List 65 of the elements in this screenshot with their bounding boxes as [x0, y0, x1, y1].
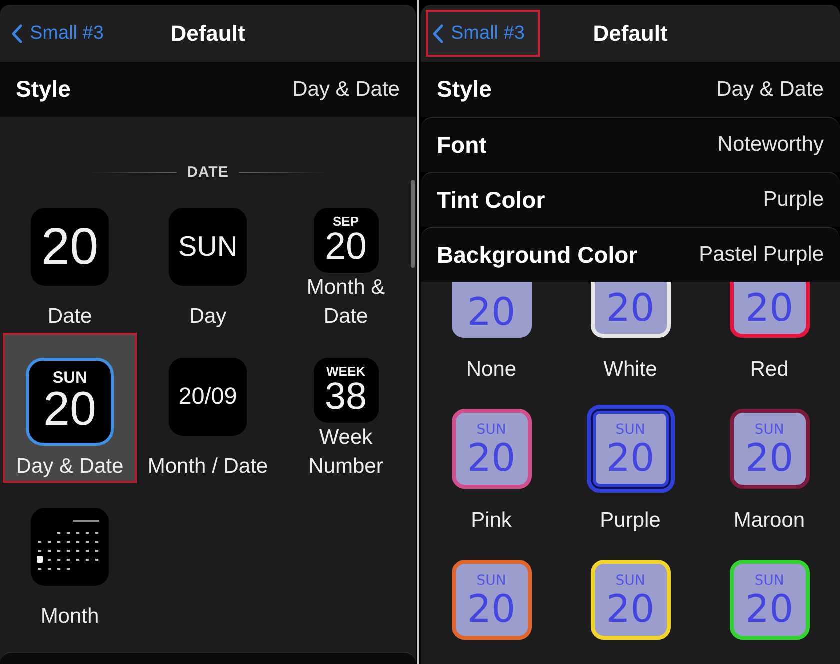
option-label: Month / Date: [148, 454, 268, 480]
widget-preview[interactable]: SUN 20: [26, 358, 114, 446]
widget-preview[interactable]: SUN: [169, 208, 247, 286]
widget-text: 20: [41, 221, 99, 273]
row-label: Background Color: [437, 242, 638, 268]
widget-caption: SUN: [616, 423, 646, 439]
widget-text: 20: [745, 289, 794, 329]
widget-caption: SUN: [754, 423, 784, 439]
widget-preview[interactable]: WEEK 38: [314, 358, 378, 423]
widget-text: 20: [606, 438, 655, 479]
option-label: Day & Date: [16, 454, 124, 480]
widget-caption: SUN: [52, 370, 88, 386]
widget-caption: SUN: [476, 574, 506, 590]
option-label: Day: [189, 304, 227, 330]
widget-caption: WEEK: [326, 365, 366, 378]
row-label: Font: [437, 132, 487, 158]
settings-row[interactable]: Font Noteworthy: [421, 117, 840, 172]
row-value: Purple: [763, 188, 824, 212]
widget-preview[interactable]: SEP 20: [314, 208, 378, 273]
row-value: Day & Date: [292, 78, 400, 102]
option-label: Pink: [471, 508, 512, 534]
option-label: Red: [750, 357, 789, 383]
row-label: Style: [437, 76, 492, 103]
settings-row[interactable]: Background Color Pastel Purple: [421, 227, 840, 282]
row-label: Tint Color: [437, 186, 546, 214]
option-label: Purple: [600, 508, 661, 534]
widget-caption: SUN: [754, 574, 784, 590]
widget-preview[interactable]: 20: [31, 208, 109, 286]
back-button[interactable]: Small #3: [426, 10, 540, 57]
row-value: Noteworthy: [718, 133, 824, 157]
option-label: Date: [48, 304, 92, 330]
nav-title: Default: [593, 20, 668, 46]
widget-text: 20: [44, 386, 96, 434]
settings-row[interactable]: Style Day & Date: [421, 62, 840, 117]
widget-preview[interactable]: 20/09: [169, 358, 247, 436]
row-label: Style: [16, 76, 71, 103]
section-header: DATE: [187, 164, 229, 180]
row-value: Pastel Purple: [699, 243, 824, 267]
chevron-left-icon: [432, 24, 444, 44]
widget-caption: SUN: [476, 423, 506, 439]
settings-row[interactable]: Tint Color Purple: [421, 172, 840, 227]
widget-text: 38: [325, 378, 367, 416]
option-label: Week Number: [308, 425, 384, 480]
nav-title: Default: [170, 20, 246, 46]
widget-text: 20: [467, 293, 516, 333]
row-value: Day & Date: [716, 78, 824, 102]
widget-text: 20: [745, 438, 794, 479]
option-label: Maroon: [734, 508, 806, 534]
settings-row[interactable]: Style Day & Date: [0, 62, 416, 117]
widget-caption: SUN: [616, 574, 646, 590]
chevron-left-icon: [11, 24, 23, 44]
widget-text: 20/09: [178, 385, 238, 409]
widget-caption: SEP: [332, 215, 359, 228]
widget-text: 20: [606, 590, 655, 630]
widget-text: SUN: [178, 232, 238, 262]
widget-text: 20: [467, 438, 516, 479]
widget-text: 20: [467, 590, 516, 630]
option-label: White: [604, 357, 658, 383]
back-button[interactable]: Small #3: [5, 10, 119, 57]
widget-text: 20: [325, 228, 367, 266]
widget-text: 20: [606, 289, 655, 329]
option-label: Month & Date: [306, 275, 386, 330]
option-label: None: [466, 357, 517, 383]
widget-text: 20: [745, 590, 794, 630]
option-label: Month: [40, 604, 100, 630]
